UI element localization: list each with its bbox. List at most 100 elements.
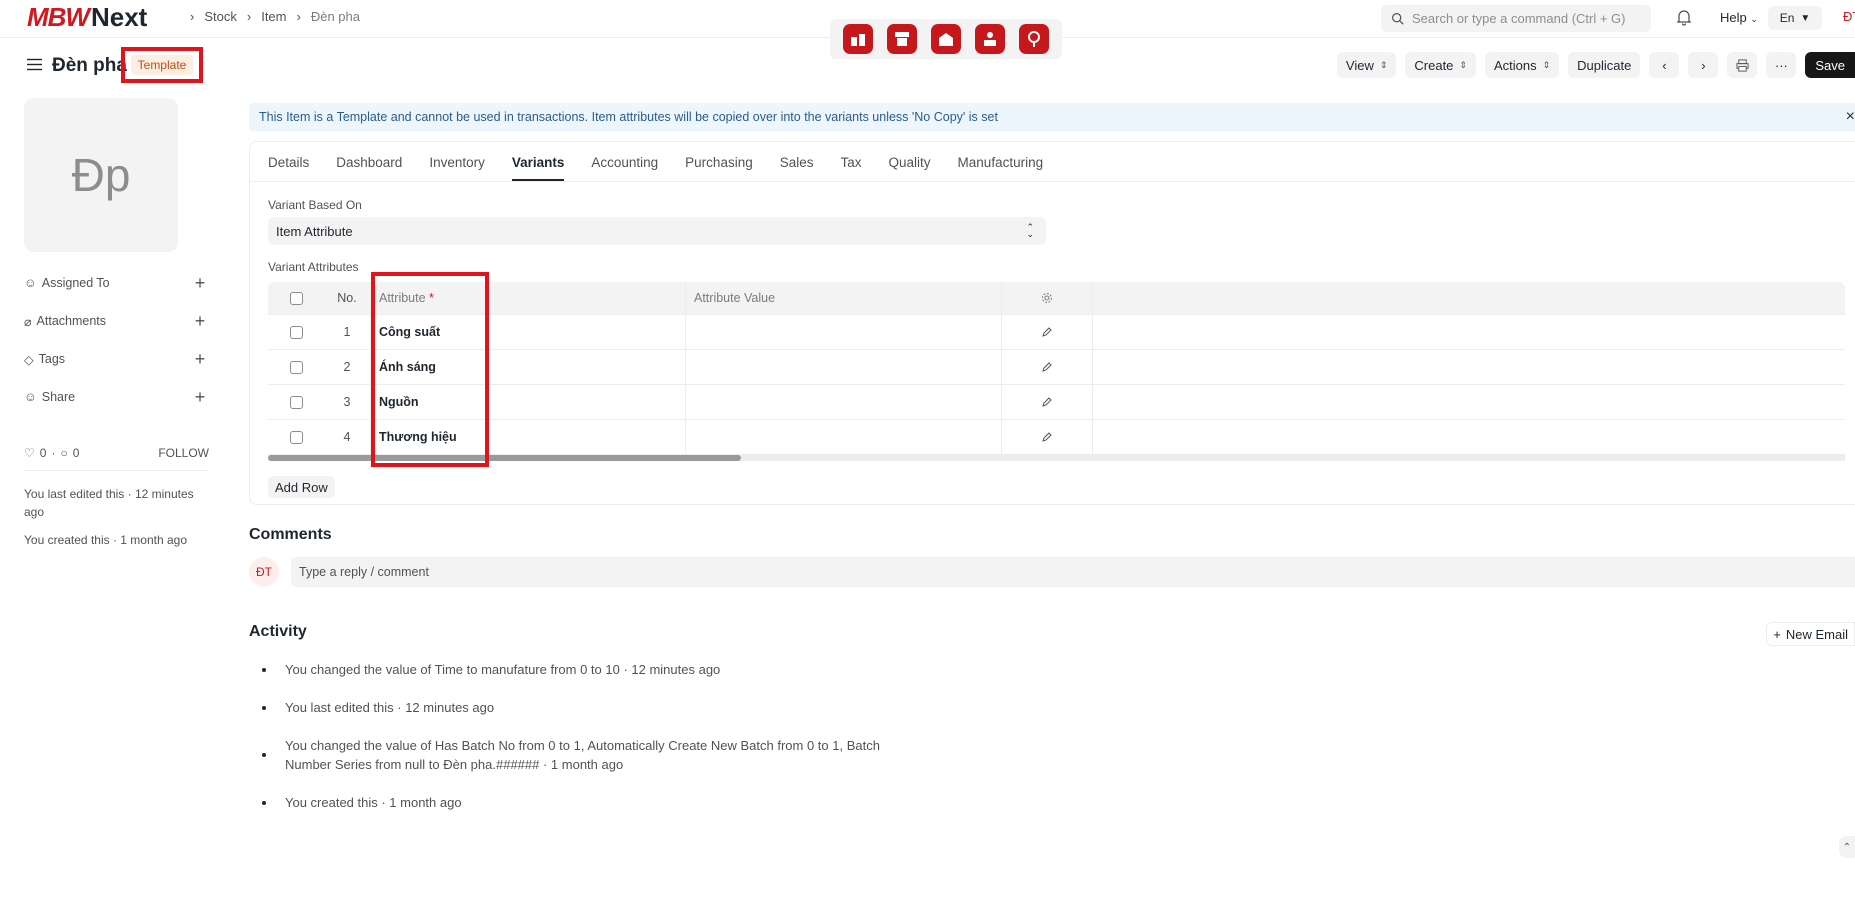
tab-accounting[interactable]: Accounting: [591, 155, 658, 181]
add-share-icon[interactable]: +: [191, 387, 209, 408]
tab-purchasing[interactable]: Purchasing: [685, 155, 753, 181]
activity-item: You changed the value of Time to manufat…: [262, 660, 962, 679]
heart-icon[interactable]: ♡: [24, 446, 35, 460]
create-button[interactable]: Create ⇕: [1405, 52, 1476, 78]
status-badge: Template: [130, 55, 194, 75]
save-button[interactable]: Save: [1805, 52, 1855, 78]
duplicate-button[interactable]: Duplicate: [1568, 52, 1641, 78]
row-attribute[interactable]: Nguồn: [370, 385, 685, 419]
print-button[interactable]: [1727, 52, 1758, 78]
add-tag-icon[interactable]: +: [191, 349, 209, 370]
location-app-icon[interactable]: [1019, 24, 1049, 54]
row-attribute[interactable]: Ánh sáng: [370, 350, 685, 384]
close-icon[interactable]: ×: [1846, 108, 1855, 126]
comment-input[interactable]: [291, 557, 1855, 587]
breadcrumb-item[interactable]: Item: [261, 9, 286, 24]
table-row[interactable]: 3 Nguồn: [268, 385, 1845, 420]
row-attribute-value[interactable]: [685, 420, 1001, 454]
help-menu[interactable]: Help ⌄: [1720, 10, 1758, 25]
row-no: 3: [343, 395, 351, 409]
tab-dashboard[interactable]: Dashboard: [336, 155, 402, 181]
header-attribute-label: Attribute: [379, 291, 426, 305]
row-checkbox[interactable]: [289, 395, 303, 409]
sidebar-assigned-to: ☺ Assigned To +: [24, 264, 209, 302]
tab-tax[interactable]: Tax: [841, 155, 862, 181]
required-marker: *: [429, 291, 434, 305]
brand-name: Next: [90, 1, 148, 32]
row-checkbox[interactable]: [289, 430, 303, 444]
row-attribute[interactable]: Công suất: [370, 315, 685, 349]
bell-icon[interactable]: [1676, 9, 1692, 29]
sidebar-share: ☺ Share +: [24, 378, 209, 416]
scrollbar-thumb[interactable]: [268, 455, 741, 461]
tab-manufacturing[interactable]: Manufacturing: [958, 155, 1044, 181]
row-no: 1: [343, 325, 351, 339]
menu-icon[interactable]: [27, 58, 42, 74]
table-row[interactable]: 4 Thương hiệu: [268, 420, 1845, 455]
app-shortcuts: [830, 19, 1062, 59]
pos-app-icon[interactable]: [887, 24, 917, 54]
brand-mark: MBW: [27, 1, 90, 32]
more-button[interactable]: ···: [1766, 52, 1797, 78]
gear-icon[interactable]: [1001, 282, 1093, 314]
plus-icon: +: [1773, 626, 1781, 642]
table-horizontal-scrollbar[interactable]: [268, 455, 1845, 461]
row-attribute-value[interactable]: [685, 350, 1001, 384]
add-attachment-icon[interactable]: +: [191, 311, 209, 332]
warehouse-app-icon[interactable]: [931, 24, 961, 54]
row-attribute-value[interactable]: [685, 385, 1001, 419]
chevron-right-icon: ›: [296, 9, 301, 24]
brand-logo[interactable]: MBW Next: [27, 2, 147, 32]
chevron-right-icon: ›: [190, 9, 195, 24]
hr-app-icon[interactable]: [975, 24, 1005, 54]
new-email-label: New Email: [1785, 626, 1848, 642]
edit-icon[interactable]: [1001, 420, 1093, 454]
add-assign-icon[interactable]: +: [191, 273, 209, 294]
table-row[interactable]: 2 Ánh sáng: [268, 350, 1845, 385]
variant-based-on-select[interactable]: Item Attribute ⌃ ⌄: [268, 217, 1046, 245]
row-checkbox[interactable]: [289, 360, 303, 374]
create-label: Create: [1414, 57, 1454, 73]
previous-button[interactable]: ‹: [1649, 52, 1680, 78]
template-info-banner: This Item is a Template and cannot be us…: [249, 103, 1855, 131]
breadcrumb-current[interactable]: Đèn pha: [311, 9, 360, 24]
new-email-button[interactable]: + New Email: [1766, 622, 1855, 646]
next-button[interactable]: ›: [1688, 52, 1719, 78]
tab-quality[interactable]: Quality: [889, 155, 931, 181]
tab-inventory[interactable]: Inventory: [429, 155, 485, 181]
chevron-down-icon: ⌄: [1750, 14, 1758, 24]
form-card: Details Dashboard Inventory Variants Acc…: [249, 141, 1855, 505]
row-attribute[interactable]: Thương hiệu: [370, 420, 685, 454]
view-button[interactable]: View ⇕: [1336, 52, 1397, 78]
follow-button[interactable]: FOLLOW: [158, 446, 209, 460]
tab-variants[interactable]: Variants: [511, 155, 565, 181]
attachments-label: Attachments: [36, 314, 107, 328]
edit-icon[interactable]: [1001, 385, 1093, 419]
activity-item: You created this · 1 month ago: [262, 793, 962, 812]
edit-icon[interactable]: [1001, 315, 1093, 349]
tab-sales[interactable]: Sales: [780, 155, 814, 181]
form-sidebar: Đp ☺ Assigned To + ⌀ Attachments + ◇ Tags +…: [24, 98, 209, 549]
comment-icon[interactable]: ○: [60, 446, 67, 460]
table-row[interactable]: 1 Công suất: [268, 315, 1845, 350]
updown-icon: ⇕: [1542, 59, 1551, 70]
search-bar[interactable]: [1381, 5, 1651, 32]
row-attribute-value[interactable]: [685, 315, 1001, 349]
user-avatar[interactable]: ĐT: [1843, 9, 1855, 24]
add-row-button[interactable]: Add Row: [268, 476, 335, 498]
tags-label: Tags: [38, 352, 66, 366]
search-input[interactable]: [1412, 11, 1632, 26]
select-all-checkbox[interactable]: [289, 291, 303, 305]
row-checkbox[interactable]: [289, 325, 303, 339]
updown-icon: ⇕: [1379, 59, 1388, 70]
variant-based-on-value: Item Attribute: [276, 223, 353, 239]
item-image-placeholder[interactable]: Đp: [24, 98, 178, 252]
share-label: Share: [41, 390, 76, 404]
edit-icon[interactable]: [1001, 350, 1093, 384]
actions-button[interactable]: Actions ⇕: [1484, 52, 1560, 78]
scroll-to-top-icon[interactable]: ⌃: [1839, 836, 1855, 858]
stock-app-icon[interactable]: [843, 24, 873, 54]
language-select[interactable]: En ▼: [1768, 6, 1822, 30]
tab-details[interactable]: Details: [268, 155, 309, 181]
breadcrumb-stock[interactable]: Stock: [204, 9, 237, 24]
